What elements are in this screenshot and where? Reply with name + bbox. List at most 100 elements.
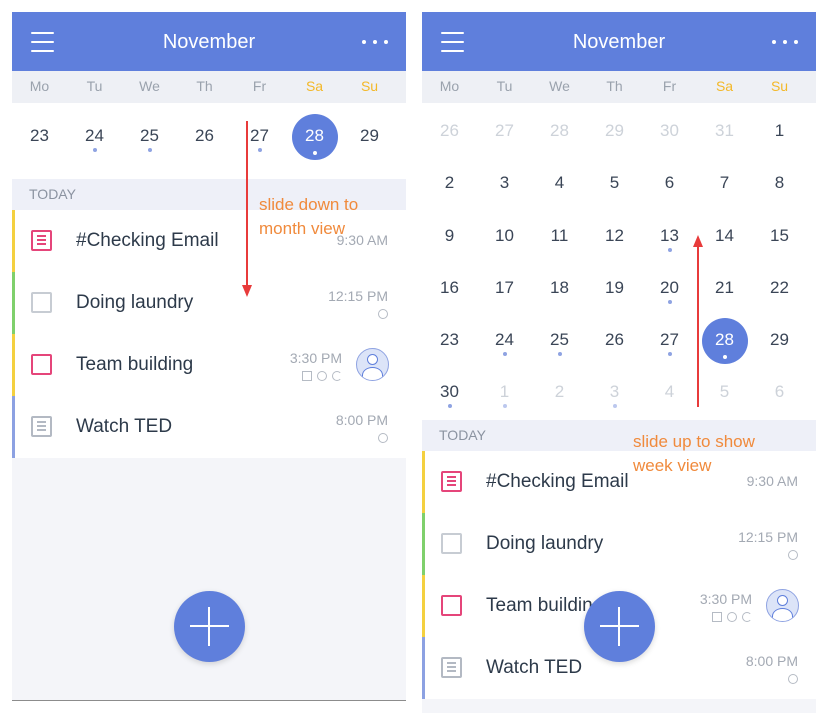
- calendar-day[interactable]: 29: [752, 315, 807, 367]
- day-number: 12: [605, 225, 624, 245]
- add-task-button[interactable]: [174, 591, 245, 662]
- calendar-day[interactable]: 20: [642, 263, 697, 315]
- day-number: 26: [440, 121, 459, 140]
- calendar-day[interactable]: 2: [422, 158, 477, 210]
- calendar-day[interactable]: 4: [532, 158, 587, 210]
- calendar-day[interactable]: 22: [752, 263, 807, 315]
- task-checkbox[interactable]: [31, 292, 52, 313]
- weekday-label: Th: [606, 78, 623, 94]
- calendar-day[interactable]: 10: [477, 211, 532, 263]
- calendar-day[interactable]: 3: [587, 367, 642, 419]
- calendar-day[interactable]: 7: [697, 158, 752, 210]
- calendar-day[interactable]: 28: [532, 106, 587, 158]
- calendar-day[interactable]: 31: [697, 106, 752, 158]
- avatar[interactable]: [356, 348, 389, 381]
- calendar-day[interactable]: 14: [697, 211, 752, 263]
- task-row[interactable]: Team building 3:30 PM: [12, 334, 406, 396]
- day-number: 28: [715, 330, 734, 350]
- calendar-day[interactable]: 30: [422, 367, 477, 419]
- calendar-day[interactable]: 6: [642, 158, 697, 210]
- annotation-slide-up: slide up to show week view: [633, 430, 755, 478]
- calendar-day[interactable]: 30: [642, 106, 697, 158]
- task-checkbox[interactable]: [31, 354, 52, 375]
- calendar-day[interactable]: 29: [342, 111, 397, 179]
- day-number: 26: [605, 330, 624, 350]
- arrow-head-down-icon: [242, 285, 252, 297]
- alarm-icon: [378, 309, 388, 319]
- calendar-day[interactable]: 9: [422, 211, 477, 263]
- calendar-day[interactable]: 26: [422, 106, 477, 158]
- calendar-day-selected[interactable]: 28: [697, 315, 752, 367]
- task-row[interactable]: #Checking Email 9:30 AM: [422, 450, 816, 513]
- weekday-label: Sa: [715, 78, 734, 94]
- calendar-day[interactable]: 15: [752, 211, 807, 263]
- calendar-day[interactable]: 4: [642, 367, 697, 419]
- calendar-day[interactable]: 27: [232, 111, 287, 179]
- event-dot: [668, 299, 672, 304]
- calendar-day[interactable]: 23: [422, 315, 477, 367]
- calendar-day[interactable]: 1: [752, 106, 807, 158]
- avatar[interactable]: [766, 588, 799, 622]
- task-row[interactable]: Watch TED 8:00 PM: [12, 396, 406, 458]
- day-number: 22: [770, 277, 789, 297]
- calendar-day[interactable]: 21: [697, 263, 752, 315]
- add-task-button[interactable]: [584, 591, 655, 662]
- alarm-icon: [378, 433, 388, 443]
- task-time: 3:30 PM: [289, 350, 342, 366]
- event-dot: [313, 151, 317, 155]
- calendar-day[interactable]: 12: [587, 211, 642, 263]
- task-time: 12:15 PM: [738, 528, 798, 545]
- calendar-day[interactable]: 24: [67, 111, 122, 179]
- day-number: 21: [715, 277, 734, 297]
- month-title[interactable]: November: [422, 31, 816, 54]
- month-week-row: 23 24 25 26 27 28 29: [422, 315, 816, 367]
- note-icon[interactable]: [31, 416, 52, 437]
- calendar-day[interactable]: 1: [477, 367, 532, 419]
- alarm-icon: [788, 549, 798, 560]
- calendar-day[interactable]: 16: [422, 263, 477, 315]
- calendar-day[interactable]: 26: [177, 111, 232, 179]
- task-row[interactable]: Doing laundry 12:15 PM: [422, 512, 816, 575]
- calendar-day[interactable]: 6: [752, 367, 807, 419]
- calendar-day[interactable]: 29: [587, 106, 642, 158]
- calendar-day[interactable]: 17: [477, 263, 532, 315]
- task-row[interactable]: Doing laundry 12:15 PM: [12, 272, 406, 334]
- day-number: 24: [495, 330, 514, 350]
- task-checkbox[interactable]: [441, 594, 462, 616]
- day-number: 29: [605, 121, 624, 140]
- calendar-day[interactable]: 5: [587, 158, 642, 210]
- note-icon[interactable]: [31, 230, 52, 251]
- note-icon[interactable]: [441, 656, 462, 678]
- calendar-day[interactable]: 27: [477, 106, 532, 158]
- calendar-day[interactable]: 19: [587, 263, 642, 315]
- calendar-day-selected[interactable]: 28: [287, 111, 342, 179]
- calendar-day[interactable]: 27: [642, 315, 697, 367]
- calendar-day[interactable]: 13: [642, 211, 697, 263]
- calendar-day[interactable]: 26: [587, 315, 642, 367]
- calendar-day[interactable]: 23: [12, 111, 67, 179]
- more-options-icon[interactable]: [362, 40, 388, 44]
- task-title: Team building: [76, 354, 194, 375]
- day-number: 30: [440, 382, 459, 402]
- day-number: 17: [495, 277, 514, 297]
- weekday-label: Mo: [29, 78, 50, 94]
- task-checkbox[interactable]: [441, 532, 462, 554]
- calendar-day[interactable]: 24: [477, 315, 532, 367]
- month-title[interactable]: November: [12, 31, 406, 54]
- calendar-day[interactable]: 3: [477, 158, 532, 210]
- note-icon[interactable]: [441, 470, 462, 492]
- calendar-day[interactable]: 8: [752, 158, 807, 210]
- calendar-day[interactable]: 18: [532, 263, 587, 315]
- month-view-screen: November Mo Tu We Th Fr Sa Su 26 27 28 29 30 31 1 2 3 4…: [422, 12, 816, 713]
- day-number: 18: [550, 277, 569, 297]
- calendar-day[interactable]: 11: [532, 211, 587, 263]
- repeat-icon: [332, 371, 342, 381]
- calendar-day[interactable]: 25: [122, 111, 177, 179]
- calendar-day[interactable]: 25: [532, 315, 587, 367]
- calendar-day[interactable]: 2: [532, 367, 587, 419]
- weekday-label: Tu: [86, 78, 103, 94]
- day-number: 25: [550, 330, 569, 350]
- calendar-day[interactable]: 5: [697, 367, 752, 419]
- day-number: 16: [440, 277, 459, 297]
- more-options-icon[interactable]: [772, 40, 798, 44]
